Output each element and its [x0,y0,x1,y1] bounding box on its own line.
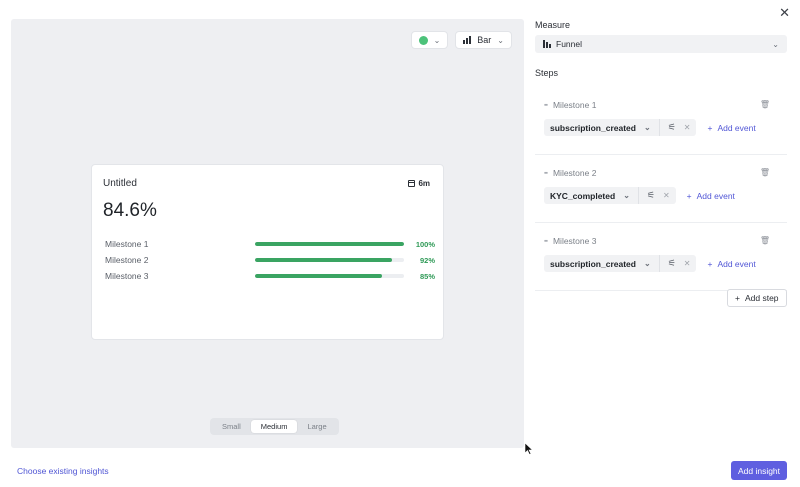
measure-select[interactable]: Funnel ⌄ [535,35,787,53]
chevron-down-icon: ⌄ [433,35,441,45]
card-title: Untitled [103,178,137,189]
size-option-small[interactable]: Small [212,420,251,433]
step-name: Milestone 3 [552,236,597,246]
measure-label: Measure [535,20,571,30]
calendar-icon [408,180,416,187]
milestone-bar-track [255,242,404,246]
add-step-button[interactable]: + Add step [727,289,787,307]
size-option-large[interactable]: Large [297,420,336,433]
color-swatch [418,35,428,45]
chevron-down-icon: ⌄ [643,123,651,132]
add-event-button[interactable]: + Add event [687,191,735,201]
bar-chart-icon [463,36,472,44]
milestone-percent: 85% [419,271,435,281]
remove-icon[interactable]: ✕ [684,123,691,132]
milestone-bar-track [255,274,404,278]
milestone-row: Milestone 1 100% [105,237,435,251]
steps-label: Steps [535,68,559,78]
event-select[interactable]: subscription_created ⌄ ⚟ ✕ [544,119,697,136]
insight-preview: ⌄ Bar ⌄ Untitled 6m 84.6% Milestone 1 10… [11,19,524,448]
filter-icon[interactable]: ⚟ [647,190,655,201]
mouse-cursor-icon [525,443,533,455]
filter-icon[interactable]: ⚟ [668,122,676,133]
preview-controls: ⌄ Bar ⌄ [410,31,512,49]
plus-icon: + [707,258,713,269]
event-select[interactable]: KYC_completed ⌄ ⚟ ✕ [544,187,676,204]
event-name: subscription_created [550,258,636,269]
filter-icon[interactable]: ⚟ [668,258,676,269]
funnel-step: ▪▪ Milestone 3 🗑 subscription_created ⌄ … [535,231,787,291]
funnel-icon [543,40,551,48]
drag-handle-icon[interactable]: ▪▪ [544,102,548,109]
drag-handle-icon[interactable]: ▪▪ [544,170,548,177]
milestone-percent: 100% [415,239,435,249]
add-insight-button[interactable]: Add insight [731,461,787,480]
milestone-bar-fill [255,258,393,262]
event-name: KYC_completed [550,190,616,201]
milestone-row: Milestone 3 85% [105,269,435,283]
step-name: Milestone 1 [552,100,597,110]
plus-icon: + [735,293,740,303]
remove-icon[interactable]: ✕ [684,259,691,268]
size-selector: Small Medium Large [210,418,339,435]
trash-icon[interactable]: 🗑 [760,168,770,177]
choose-existing-insights-link[interactable]: Choose existing insights [17,466,109,476]
add-event-button[interactable]: + Add event [707,259,755,269]
plus-icon: + [686,190,692,201]
measure-value: Funnel [556,39,582,49]
plus-icon: + [707,122,713,133]
add-step-label: Add step [744,293,779,303]
chevron-down-icon: ⌄ [643,259,651,268]
period-label: 6m [418,179,430,188]
chevron-down-icon: ⌄ [497,35,504,45]
color-picker[interactable]: ⌄ [410,31,449,49]
size-option-medium[interactable]: Medium [250,420,298,433]
milestone-label: Milestone 1 [105,239,149,249]
event-select[interactable]: subscription_created ⌄ ⚟ ✕ [544,255,697,272]
milestone-label: Milestone 3 [105,271,149,281]
insight-card: Untitled 6m 84.6% Milestone 1 100% Miles… [91,164,444,340]
milestone-percent: 92% [419,255,435,265]
milestone-row: Milestone 2 92% [105,253,435,267]
chevron-down-icon: ⌄ [623,191,630,200]
trash-icon[interactable]: 🗑 [760,100,770,109]
milestone-bar-fill [255,274,382,278]
milestone-label: Milestone 2 [105,255,149,265]
chevron-down-icon: ⌄ [772,39,779,49]
event-name: subscription_created [550,122,636,133]
remove-icon[interactable]: ✕ [663,191,670,200]
close-icon[interactable]: ✕ [779,5,790,21]
funnel-step: ▪▪ Milestone 2 🗑 KYC_completed ⌄ ⚟ ✕ + Ad… [535,163,787,223]
step-name: Milestone 2 [552,168,597,178]
chart-type-label: Bar [477,35,492,45]
period-badge: 6m [408,179,430,188]
chart-type-select[interactable]: Bar ⌄ [455,31,512,49]
milestone-bar-track [255,258,404,262]
card-value: 84.6% [103,200,157,221]
drag-handle-icon[interactable]: ▪▪ [544,238,548,245]
milestone-bar-fill [255,242,404,246]
funnel-step: ▪▪ Milestone 1 🗑 subscription_created ⌄ … [535,95,787,155]
add-event-button[interactable]: + Add event [707,123,755,133]
trash-icon[interactable]: 🗑 [760,236,770,245]
